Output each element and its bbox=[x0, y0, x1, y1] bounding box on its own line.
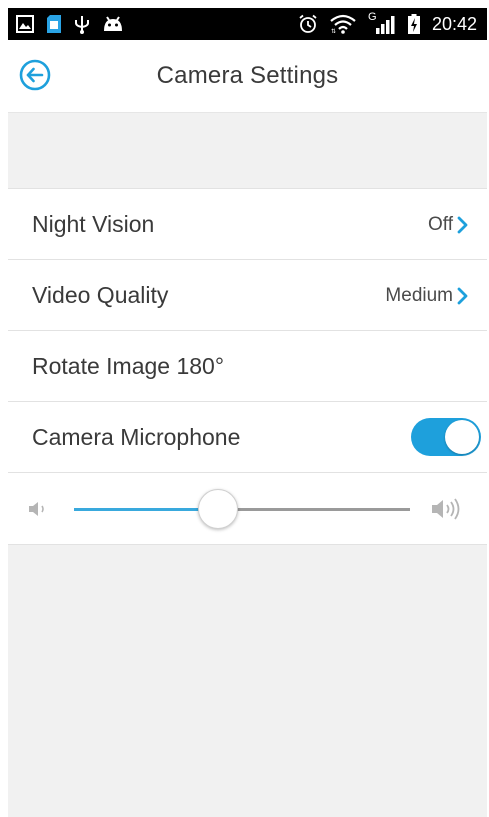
video-quality-value-group: Medium bbox=[385, 260, 469, 331]
status-left-icons bbox=[16, 14, 124, 34]
usb-icon bbox=[75, 16, 89, 34]
chevron-right-icon bbox=[457, 216, 468, 233]
camera-microphone-toggle[interactable] bbox=[411, 418, 481, 456]
volume-high-icon bbox=[432, 498, 460, 520]
alarm-icon bbox=[299, 14, 317, 33]
svg-text:⇅: ⇅ bbox=[331, 28, 336, 34]
volume-slider-fill bbox=[74, 508, 219, 511]
app-header: Camera Settings bbox=[8, 40, 487, 112]
android-icon bbox=[104, 16, 122, 31]
night-vision-value: Off bbox=[428, 213, 453, 235]
video-quality-row[interactable]: Video Quality Medium bbox=[8, 260, 487, 331]
signal-icon bbox=[375, 16, 395, 34]
status-bar: ⇅ G 20:42 bbox=[8, 8, 487, 40]
volume-slider-thumb[interactable] bbox=[198, 489, 239, 529]
night-vision-label: Night Vision bbox=[32, 211, 155, 237]
settings-list: Night Vision Off Video Quality Medium Ro… bbox=[8, 188, 487, 545]
rotate-image-row[interactable]: Rotate Image 180° bbox=[8, 331, 487, 402]
volume-low-icon bbox=[29, 502, 44, 516]
video-quality-label: Video Quality bbox=[32, 282, 169, 308]
video-quality-value: Medium bbox=[385, 284, 453, 306]
signal-group: G bbox=[368, 11, 396, 34]
chevron-right-icon bbox=[457, 287, 468, 304]
wifi-icon: ⇅ bbox=[330, 14, 356, 34]
status-time: 20:42 bbox=[431, 14, 477, 34]
volume-slider-row bbox=[8, 473, 487, 545]
night-vision-value-group: Off bbox=[428, 189, 469, 260]
sd-card-icon bbox=[47, 15, 61, 33]
volume-slider-track[interactable] bbox=[74, 489, 410, 529]
camera-microphone-row: Camera Microphone bbox=[8, 402, 487, 473]
toggle-knob bbox=[445, 420, 479, 454]
camera-microphone-label: Camera Microphone bbox=[32, 424, 241, 450]
status-right-icons: ⇅ G 20:42 bbox=[298, 11, 477, 35]
section-spacer bbox=[8, 112, 487, 189]
night-vision-row[interactable]: Night Vision Off bbox=[8, 189, 487, 260]
rotate-image-label: Rotate Image 180° bbox=[32, 353, 225, 379]
image-icon bbox=[16, 15, 34, 33]
device-frame: ⇅ G 20:42 Camera Settings Night Vision O… bbox=[0, 0, 489, 817]
page-title: Camera Settings bbox=[156, 62, 339, 89]
screen: ⇅ G 20:42 Camera Settings Night Vision O… bbox=[8, 8, 487, 817]
battery-icon bbox=[407, 14, 420, 34]
